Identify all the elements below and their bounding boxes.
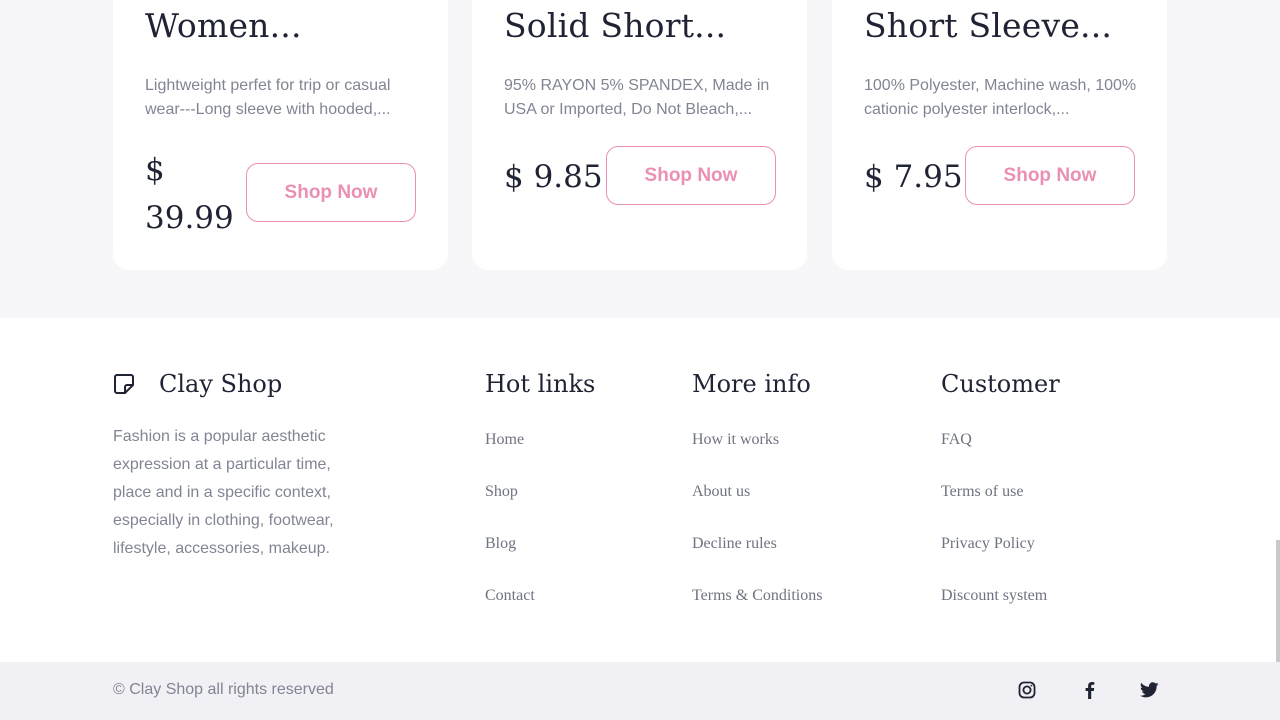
footer-column-title: More info <box>692 370 811 398</box>
footer-link-list: How it works About us Decline rules Term… <box>692 430 822 638</box>
footer-link-terms-of-use[interactable]: Terms of use <box>941 482 1060 534</box>
shop-now-button[interactable]: Shop Now <box>606 146 776 205</box>
footer-column-hot-links: Hot links Home Shop Blog Contact <box>485 366 595 638</box>
footer-link-faq[interactable]: FAQ <box>941 430 1060 482</box>
footer-column-customer: Customer FAQ Terms of use Privacy Policy… <box>941 366 1060 638</box>
footer-link-how-it-works[interactable]: How it works <box>692 430 822 482</box>
instagram-icon[interactable] <box>1018 681 1038 701</box>
product-price-amount: 39.99 <box>145 200 234 236</box>
footer-link-shop[interactable]: Shop <box>485 482 595 534</box>
facebook-icon[interactable] <box>1081 681 1101 701</box>
footer-link-decline-rules[interactable]: Decline rules <box>692 534 822 586</box>
site-footer: Clay Shop Fashion is a popular aesthetic… <box>0 318 1280 662</box>
product-cards-section: Women... Lightweight perfet for trip or … <box>0 0 1280 318</box>
footer-link-blog[interactable]: Blog <box>485 534 595 586</box>
product-card: Short Sleeve... 100% Polyester, Machine … <box>832 0 1167 270</box>
footer-link-home[interactable]: Home <box>485 430 595 482</box>
footer-column-title: Customer <box>941 370 1060 398</box>
page-scrollbar[interactable] <box>1276 540 1280 662</box>
footer-link-list: FAQ Terms of use Privacy Policy Discount… <box>941 430 1060 638</box>
footer-link-contact[interactable]: Contact <box>485 586 595 638</box>
footer-link-list: Home Shop Blog Contact <box>485 430 595 638</box>
product-price: $ 39.99 <box>145 146 234 242</box>
footer-brand[interactable]: Clay Shop <box>113 370 282 398</box>
footer-link-about-us[interactable]: About us <box>692 482 822 534</box>
product-title: Women... <box>145 6 302 45</box>
product-title: Short Sleeve... <box>864 6 1113 45</box>
footer-link-terms-conditions[interactable]: Terms & Conditions <box>692 586 822 638</box>
twitter-icon[interactable] <box>1139 681 1160 701</box>
brand-description: Fashion is a popular aesthetic expressio… <box>113 428 334 557</box>
footer-bottom-bar: © Clay Shop all rights reserved <box>0 662 1280 720</box>
footer-column-title: Hot links <box>485 370 596 398</box>
product-title: Solid Short... <box>504 6 727 45</box>
product-description: 95% RAYON 5% SPANDEX, Made in USA or Imp… <box>504 77 770 118</box>
product-card: Solid Short... 95% RAYON 5% SPANDEX, Mad… <box>472 0 807 270</box>
sticker-icon <box>113 373 135 395</box>
footer-link-discount-system[interactable]: Discount system <box>941 586 1060 638</box>
product-price-currency: $ <box>145 152 165 188</box>
product-description: 100% Polyester, Machine wash, 100% catio… <box>864 77 1137 118</box>
copyright-text: © Clay Shop all rights reserved <box>113 681 334 698</box>
shop-now-button[interactable]: Shop Now <box>246 163 416 222</box>
shop-now-button[interactable]: Shop Now <box>965 146 1135 205</box>
product-price: $ 9.85 <box>504 159 603 195</box>
product-description: Lightweight perfet for trip or casual we… <box>145 77 391 118</box>
footer-column-more-info: More info How it works About us Decline … <box>692 366 822 638</box>
footer-link-privacy-policy[interactable]: Privacy Policy <box>941 534 1060 586</box>
brand-name: Clay Shop <box>159 370 283 398</box>
product-price: $ 7.95 <box>864 159 963 195</box>
product-card: Women... Lightweight perfet for trip or … <box>113 0 448 270</box>
